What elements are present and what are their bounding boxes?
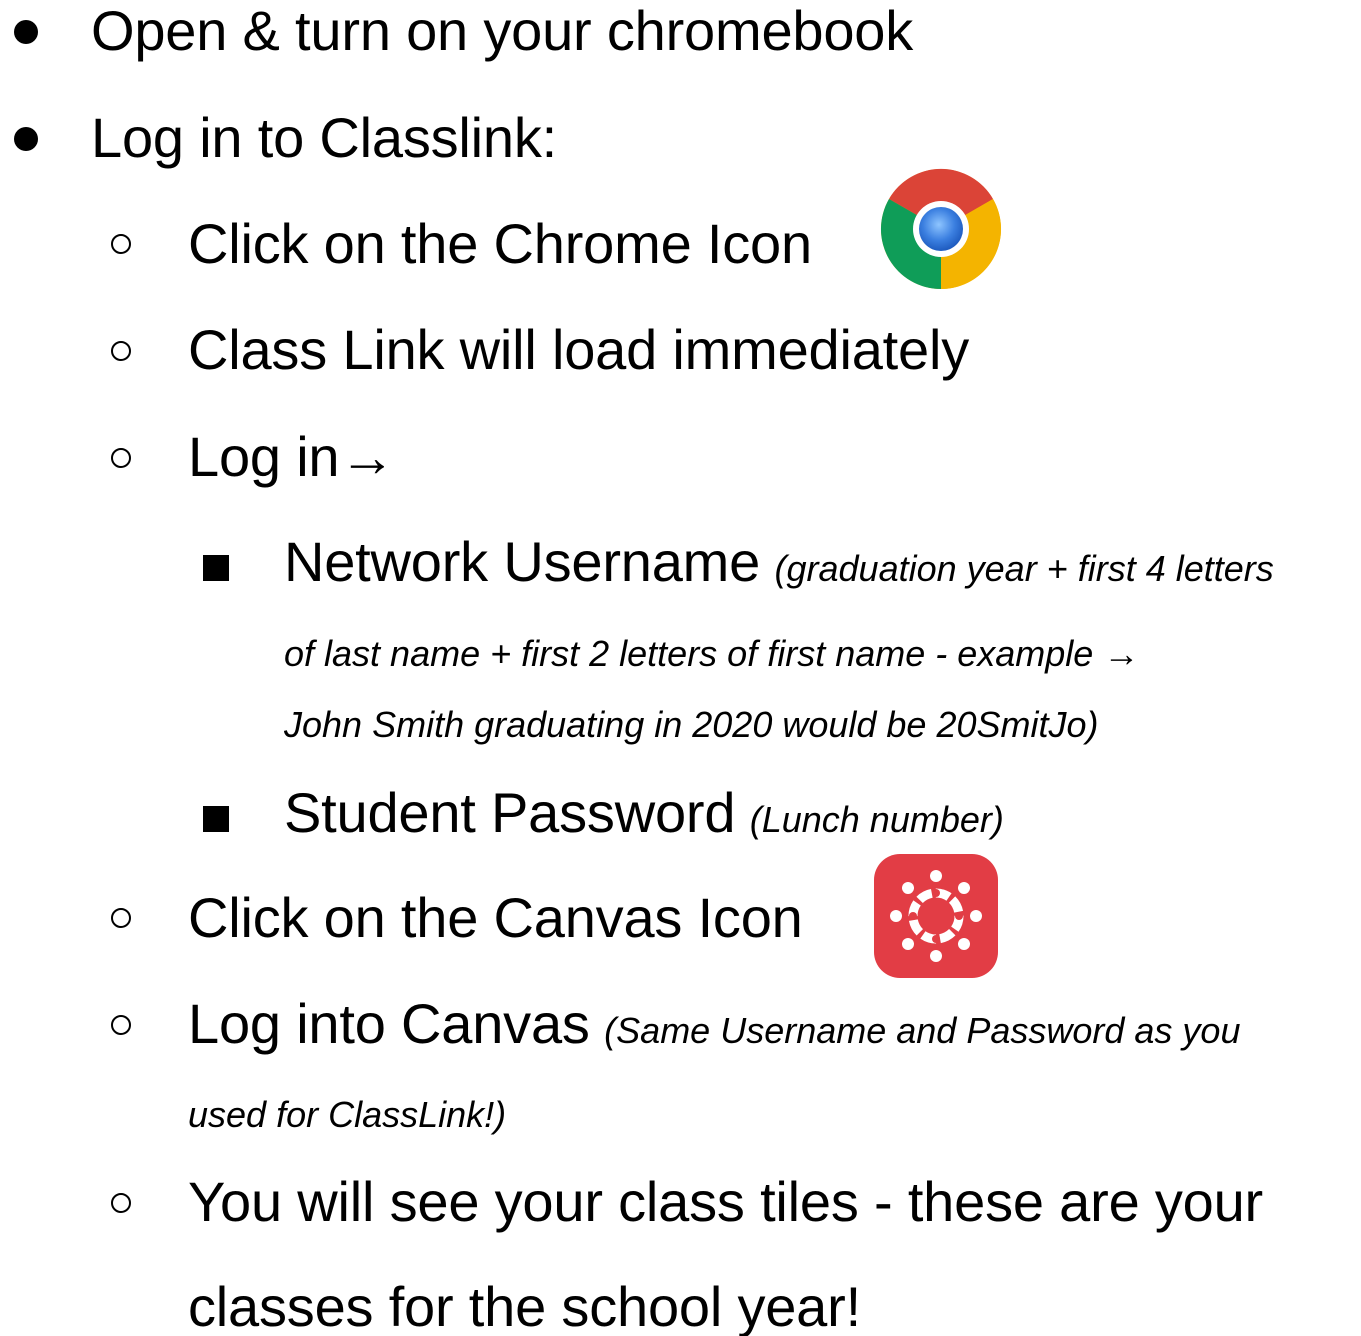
step-click-chrome: Click on the Chrome Icon <box>188 212 812 275</box>
step-click-canvas: Click on the Canvas Icon <box>188 886 803 949</box>
log-into-canvas-note-line-2: used for ClassLink!) <box>188 1094 507 1135</box>
step-class-tiles: You will see your class tiles - these ar… <box>188 1170 1264 1233</box>
step-classlink-loads: Class Link will load immediately <box>188 318 969 381</box>
log-into-canvas-row: Log into Canvas (Same Username and Passw… <box>188 996 1240 1052</box>
step-class-tiles-line-2: classes for the school year! <box>188 1275 861 1336</box>
network-username-note-line-2: of last name + first 2 letters of first … <box>284 633 1140 674</box>
bullet-disc <box>14 127 38 151</box>
network-username-note: (graduation year + first 4 letters <box>774 548 1274 589</box>
chrome-icon <box>880 168 1002 289</box>
bullet-circle <box>111 234 131 254</box>
bullet-square <box>203 806 229 832</box>
bullet-square <box>203 555 229 581</box>
student-password-label: Student Password <box>284 781 736 844</box>
student-password-row: Student Password (Lunch number) <box>284 785 1004 841</box>
step-log-in-classlink: Log in to Classlink: <box>91 106 558 169</box>
log-into-canvas-label: Log into Canvas <box>188 992 590 1055</box>
canvas-icon <box>874 854 998 978</box>
network-username-note-line-3: John Smith graduating in 2020 would be 2… <box>284 704 1099 745</box>
bullet-circle <box>111 908 131 928</box>
student-password-note: (Lunch number) <box>749 799 1004 840</box>
bullet-disc <box>14 20 38 44</box>
bullet-circle <box>111 341 131 361</box>
step-open-chromebook: Open & turn on your chromebook <box>91 0 914 62</box>
network-username-label: Network Username <box>284 530 761 593</box>
log-into-canvas-note: (Same Username and Password as you <box>604 1010 1241 1051</box>
network-username-row: Network Username (graduation year + firs… <box>284 534 1274 590</box>
bullet-circle <box>111 1193 131 1213</box>
bullet-circle <box>111 448 131 468</box>
step-log-in: Log in→ <box>188 425 396 488</box>
bullet-circle <box>111 1015 131 1035</box>
